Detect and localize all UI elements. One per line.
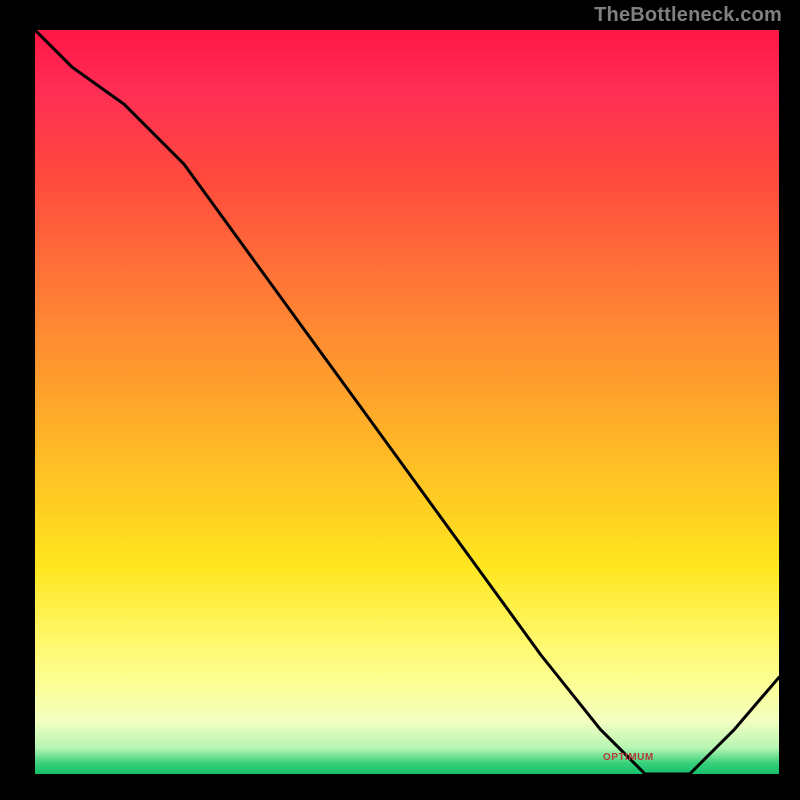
plot-area: OPTIMUM [35,30,779,774]
curve-path [35,30,779,774]
chart-frame: TheBottleneck.com OPTIMUM [0,0,800,800]
bottleneck-curve [35,30,779,774]
optimum-label: OPTIMUM [603,752,654,763]
watermark-text: TheBottleneck.com [594,4,782,27]
